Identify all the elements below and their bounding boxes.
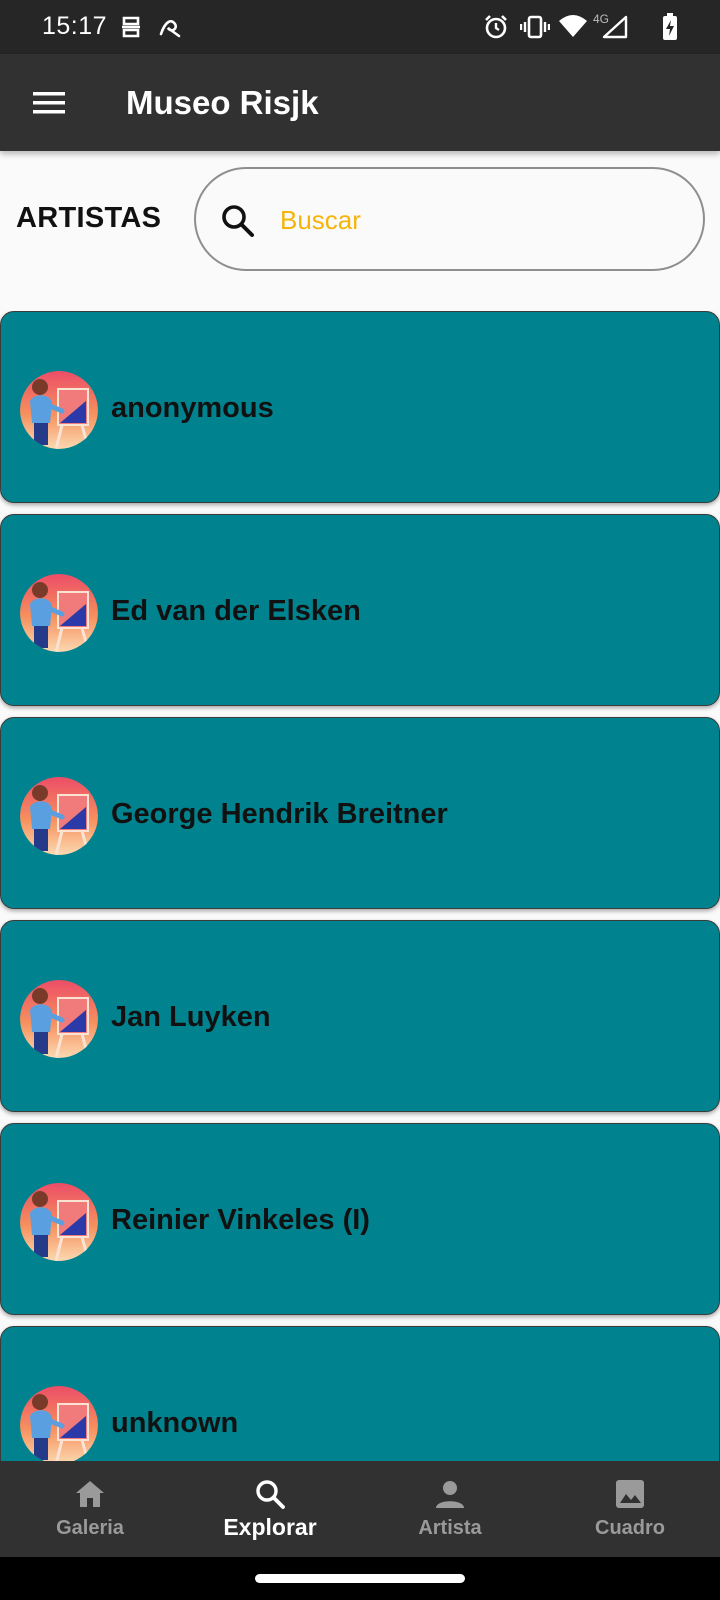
artist-name: Jan Luyken xyxy=(111,1001,271,1033)
search-icon xyxy=(256,1480,285,1509)
vibrate-icon xyxy=(520,15,550,39)
artist-name: anonymous xyxy=(111,392,274,424)
gesture-area xyxy=(0,1557,720,1600)
artist-name: George Hendrik Breitner xyxy=(111,798,448,830)
painter-avatar-icon xyxy=(20,371,98,449)
artist-avatar xyxy=(20,980,98,1058)
artist-avatar xyxy=(20,1386,98,1461)
nav-item-cuadro[interactable]: Cuadro xyxy=(540,1461,720,1557)
nav-item-explorar[interactable]: Explorar xyxy=(180,1461,360,1557)
person-icon xyxy=(436,1481,464,1508)
menu-button[interactable] xyxy=(24,78,74,128)
artist-name: Reinier Vinkeles (I) xyxy=(111,1204,370,1236)
artist-card[interactable]: unknown xyxy=(0,1326,720,1461)
signal-assistant-icon xyxy=(159,20,181,38)
painter-avatar-icon xyxy=(20,777,98,855)
nav-label: Cuadro xyxy=(595,1517,665,1539)
battery-charging-icon xyxy=(663,13,677,40)
search-icon xyxy=(222,205,254,237)
artist-card[interactable]: anonymous xyxy=(0,311,720,503)
nav-label: Artista xyxy=(418,1517,482,1539)
painter-avatar-icon xyxy=(20,1183,98,1261)
home-icon xyxy=(76,1481,104,1507)
artist-avatar xyxy=(20,574,98,652)
section-title: ARTISTAS xyxy=(16,202,162,234)
nav-item-artista[interactable]: Artista xyxy=(360,1461,540,1557)
painter-avatar-icon xyxy=(20,980,98,1058)
search-input[interactable] xyxy=(280,195,680,245)
nav-label: Explorar xyxy=(223,1514,317,1540)
artist-avatar xyxy=(20,371,98,449)
artist-name: Ed van der Elsken xyxy=(111,595,361,627)
artist-card[interactable]: Reinier Vinkeles (I) xyxy=(0,1123,720,1315)
artist-card[interactable]: Ed van der Elsken xyxy=(0,514,720,706)
artist-card[interactable]: Jan Luyken xyxy=(0,920,720,1112)
vpn-key-icon xyxy=(122,16,140,38)
search-box[interactable] xyxy=(194,167,705,271)
app-title: Museo Risjk xyxy=(126,84,319,121)
artist-list[interactable]: anonymous Ed van der Elsken George Hendr… xyxy=(0,311,720,1461)
alarm-icon xyxy=(485,15,507,39)
app-screen: 15:17 4G Museo Risjk ARTISTAS Buscar ano… xyxy=(0,0,720,1600)
home-gesture-handle[interactable] xyxy=(255,1574,465,1583)
artist-name: unknown xyxy=(111,1407,239,1439)
image-icon xyxy=(616,1480,644,1508)
painter-avatar-icon xyxy=(20,574,98,652)
hamburger-menu-icon xyxy=(33,92,65,114)
painter-avatar-icon xyxy=(20,1386,98,1461)
status-bar: 15:17 4G xyxy=(0,0,720,54)
artist-card[interactable]: George Hendrik Breitner xyxy=(0,717,720,909)
app-bar: Museo Risjk xyxy=(0,54,720,151)
status-time: 15:17 xyxy=(42,12,108,40)
nav-item-galeria[interactable]: Galeria xyxy=(0,1461,180,1557)
nav-label: Galeria xyxy=(56,1517,124,1539)
artist-avatar xyxy=(20,1183,98,1261)
wifi-icon xyxy=(559,15,587,37)
cell-signal-icon xyxy=(602,15,628,39)
bottom-nav: Galeria Explorar Artista Cuadro xyxy=(0,1461,720,1557)
artist-avatar xyxy=(20,777,98,855)
